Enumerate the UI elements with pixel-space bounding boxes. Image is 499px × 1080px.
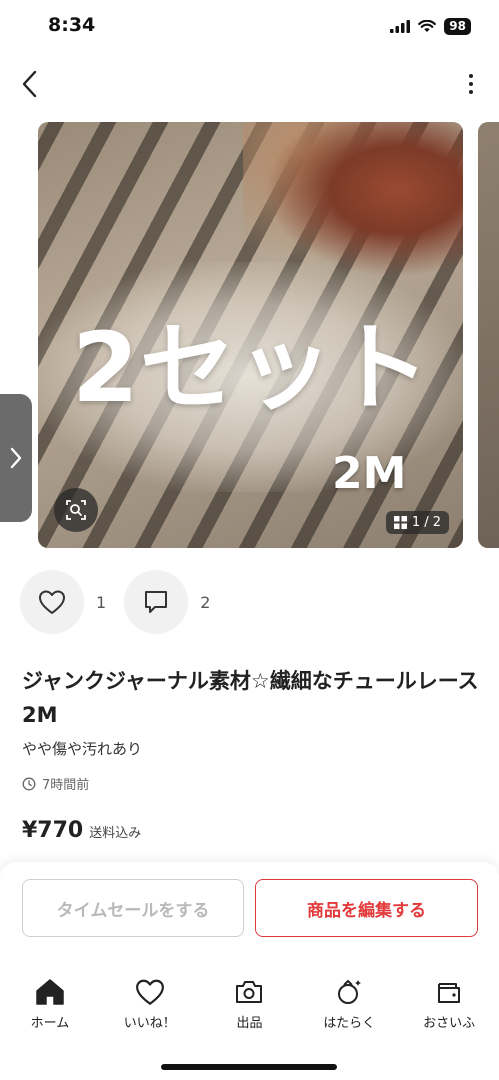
tab-wallet[interactable]: おさいふ xyxy=(399,978,499,1038)
photo-overlay-text: 2セット xyxy=(72,312,431,424)
status-bar: 8:34 98 xyxy=(0,0,499,54)
more-button[interactable] xyxy=(465,70,477,98)
zoom-icon xyxy=(66,500,86,520)
chevron-left-icon xyxy=(22,70,37,98)
bottom-panel: タイムセールをする 商品を編集する ホーム いいね！ 出品 はたらく おさいふ xyxy=(0,862,499,1080)
home-indicator xyxy=(161,1064,337,1070)
chevron-right-icon xyxy=(10,447,22,469)
comment-count: 2 xyxy=(200,592,211,612)
tab-work-label: はたらく xyxy=(323,1016,376,1031)
status-icons: 98 xyxy=(390,18,471,35)
product-photo[interactable]: 2セット 2M 1 / 2 xyxy=(38,122,463,548)
timesale-button[interactable]: タイムセールをする xyxy=(22,879,244,937)
back-button[interactable] xyxy=(14,66,44,102)
battery-icon: 98 xyxy=(444,18,471,35)
shipping-label: 送料込み xyxy=(89,826,142,841)
tab-bar: ホーム いいね！ 出品 はたらく おさいふ xyxy=(0,978,499,1038)
heart-icon xyxy=(135,979,164,1005)
grid-icon xyxy=(393,516,407,529)
work-icon xyxy=(338,980,362,1004)
tab-sell[interactable]: 出品 xyxy=(200,978,300,1038)
tab-home[interactable]: ホーム xyxy=(0,978,100,1038)
wallet-icon xyxy=(438,983,461,1003)
page-counter: 1 / 2 xyxy=(385,511,449,534)
posted-time-text: 7時間前 xyxy=(42,778,90,793)
posted-time: 7時間前 xyxy=(22,774,89,793)
edit-item-button[interactable]: 商品を編集する xyxy=(255,879,478,937)
signal-icon xyxy=(390,20,411,33)
comment-icon xyxy=(145,591,168,613)
photo-overlay-sub: 2M xyxy=(332,448,407,499)
price-row: ¥770 送料込み xyxy=(22,818,141,843)
item-condition: やや傷や汚れあり xyxy=(22,740,143,758)
home-icon xyxy=(36,979,64,1005)
clock-icon xyxy=(22,777,36,790)
heart-icon xyxy=(39,590,65,614)
like-button[interactable] xyxy=(20,570,84,634)
photo-gallery[interactable]: 2セット 2M 1 / 2 xyxy=(0,122,499,548)
status-time: 8:34 xyxy=(48,14,96,36)
page-counter-text: 1 / 2 xyxy=(411,515,441,530)
tab-work[interactable]: はたらく xyxy=(299,978,399,1038)
top-nav xyxy=(0,62,499,106)
tab-home-label: ホーム xyxy=(30,1016,70,1031)
next-photo-peek[interactable] xyxy=(478,122,499,548)
tab-sell-label: 出品 xyxy=(236,1016,263,1031)
side-handle[interactable] xyxy=(0,394,32,522)
camera-icon xyxy=(236,981,263,1003)
comment-button[interactable] xyxy=(124,570,189,634)
more-vertical-icon xyxy=(469,74,473,78)
zoom-button[interactable] xyxy=(54,488,98,532)
wifi-icon xyxy=(418,20,437,32)
tab-likes-label: いいね！ xyxy=(123,1016,176,1031)
item-title: ジャンクジャーナル素材☆繊細なチュールレース 2M xyxy=(22,669,479,727)
tab-wallet-label: おさいふ xyxy=(423,1016,476,1031)
item-actions: 1 2 xyxy=(20,570,228,634)
like-count: 1 xyxy=(96,592,107,612)
tab-likes[interactable]: いいね！ xyxy=(100,978,200,1038)
item-price: ¥770 xyxy=(22,818,84,843)
